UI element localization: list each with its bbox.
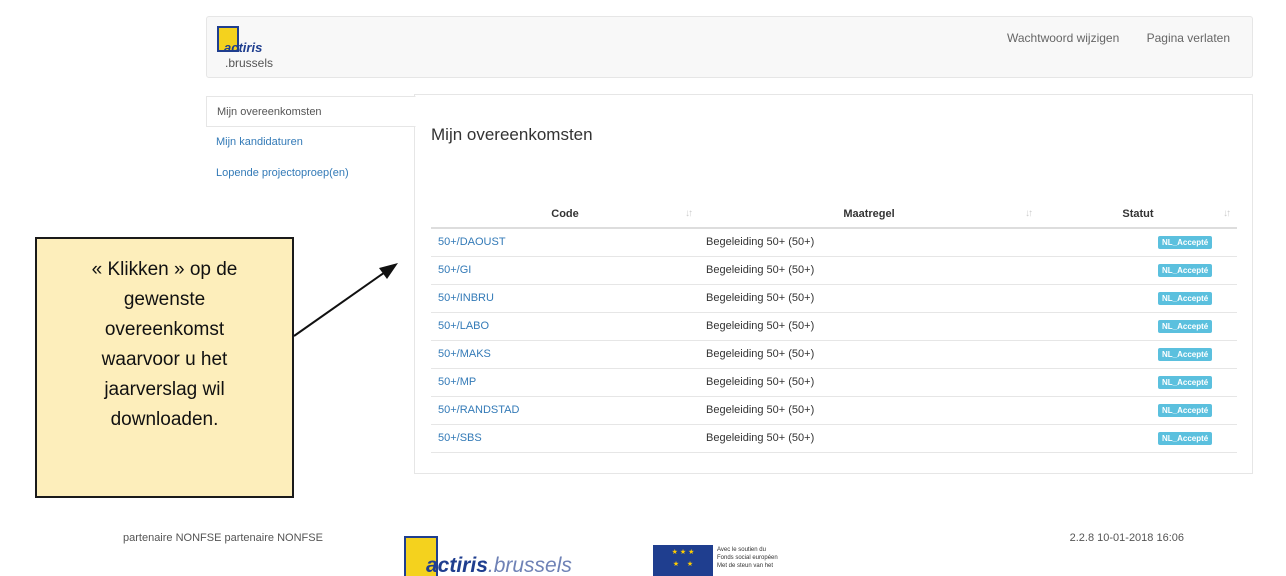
eu-fund-text: Avec le soutien du Fonds social européen… (717, 547, 778, 569)
footer-logo-text: actiris.brussels ♡ (426, 554, 572, 576)
eu-flag-icon: ★ ★ ★ ★ ★ (653, 545, 713, 576)
sidebar-item-mijn-overeenkomsten[interactable]: Mijn overeenkomsten (206, 96, 416, 127)
footer-actiris-logo: actiris.brussels ♡ (404, 532, 574, 576)
footer-version: 2.2.8 10-01-2018 16:06 (1069, 532, 1184, 544)
eu-fund-logo: ★ ★ ★ ★ ★ Avec le soutien du Fonds social… (653, 545, 803, 576)
pointer-arrow-icon (293, 263, 398, 337)
footer-partner-text: partenaire NONFSE partenaire NONFSE (123, 532, 323, 544)
